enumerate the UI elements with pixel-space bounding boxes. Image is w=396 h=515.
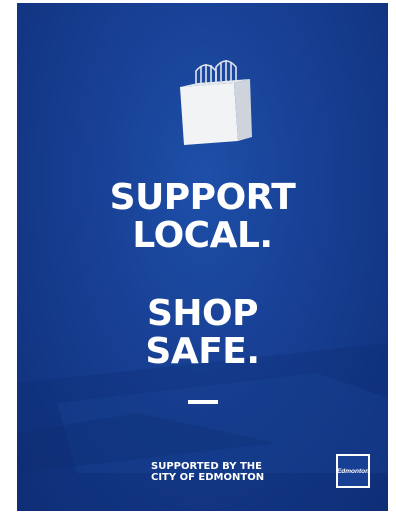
- headline-line: LOCAL.: [132, 215, 273, 256]
- supported-by-text: SUPPORTED BY THE CITY OF EDMONTON: [151, 461, 264, 483]
- supported-line: SUPPORTED BY THE: [151, 461, 262, 472]
- divider: [188, 400, 218, 404]
- headline-shop-safe: SHOP SAFE.: [17, 295, 388, 371]
- headline-line: SUPPORT: [109, 177, 296, 218]
- supported-line: CITY OF EDMONTON: [151, 472, 265, 483]
- headline-line: SHOP: [146, 293, 259, 334]
- headline-support-local: SUPPORT LOCAL.: [17, 179, 388, 255]
- headline-line: SAFE.: [145, 331, 260, 372]
- logo-text: Edmonton: [336, 467, 370, 475]
- city-of-edmonton-logo: Edmonton: [336, 454, 370, 488]
- shopping-bag-icon: [180, 60, 252, 145]
- poster: SUPPORT LOCAL. SHOP SAFE. SUPPORTED BY T…: [17, 3, 388, 511]
